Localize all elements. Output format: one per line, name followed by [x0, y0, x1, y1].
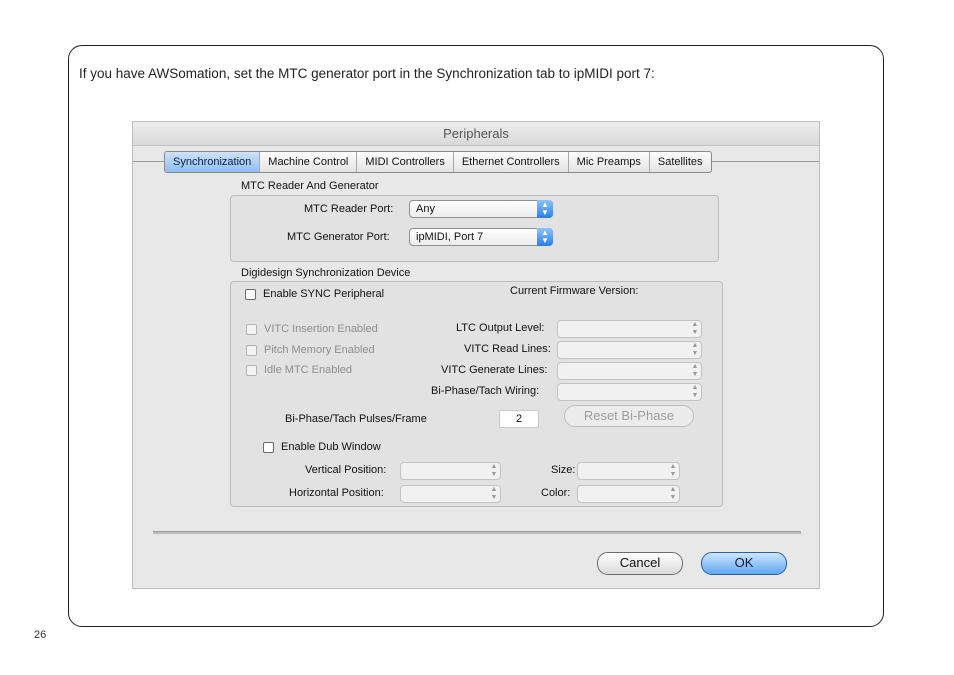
size-popup[interactable]: ▲ ▼: [577, 462, 680, 480]
biphase-wiring-popup[interactable]: ▲ ▼: [557, 383, 702, 401]
vitc-insertion-checkbox[interactable]: [246, 324, 257, 335]
popup-arrows-icon: ▲ ▼: [537, 228, 553, 246]
reset-biphase-button[interactable]: Reset Bi-Phase: [564, 405, 694, 427]
pulses-field[interactable]: 2: [499, 410, 539, 428]
bottom-separator: [153, 531, 801, 534]
ltc-output-popup[interactable]: ▲ ▼: [557, 320, 702, 338]
vitc-generate-label: VITC Generate Lines:: [441, 364, 548, 376]
pulses-label: Bi-Phase/Tach Pulses/Frame: [285, 413, 427, 425]
popup-arrows-icon: ▲ ▼: [691, 384, 699, 399]
page-number: 26: [34, 629, 47, 641]
color-popup[interactable]: ▲ ▼: [577, 485, 680, 503]
biphase-wiring-label: Bi-Phase/Tach Wiring:: [431, 385, 540, 397]
enable-sync-label: Enable SYNC Peripheral: [263, 288, 385, 300]
popup-arrows-icon: ▲ ▼: [537, 200, 553, 218]
tab-bar: Synchronization Machine Control MIDI Con…: [164, 151, 712, 173]
tab-machine-control[interactable]: Machine Control: [260, 152, 358, 172]
enable-dub-window-checkbox[interactable]: [263, 442, 274, 453]
mtc-group-label: MTC Reader And Generator: [241, 180, 379, 192]
pitch-memory-checkbox[interactable]: [246, 345, 257, 356]
enable-dub-window-label: Enable Dub Window: [281, 441, 381, 453]
popup-arrows-icon: ▲ ▼: [691, 321, 699, 336]
enable-sync-checkbox[interactable]: [245, 289, 256, 300]
pitch-memory-label: Pitch Memory Enabled: [264, 344, 375, 356]
color-label: Color:: [541, 487, 571, 499]
intro-text: If you have AWSomation, set the MTC gene…: [79, 66, 655, 81]
vitc-generate-popup[interactable]: ▲ ▼: [557, 362, 702, 380]
popup-arrows-icon: ▲ ▼: [490, 463, 498, 478]
vertical-position-popup[interactable]: ▲ ▼: [400, 462, 501, 480]
vitc-insertion-label: VITC Insertion Enabled: [264, 323, 378, 335]
tab-mic-preamps[interactable]: Mic Preamps: [569, 152, 650, 172]
mtc-generator-value: ipMIDI, Port 7: [416, 231, 484, 243]
window-title: Peripherals: [133, 122, 819, 146]
ltc-output-label: LTC Output Level:: [456, 322, 545, 334]
vitc-read-popup[interactable]: ▲ ▼: [557, 341, 702, 359]
idle-mtc-checkbox[interactable]: [246, 365, 257, 376]
mtc-reader-label: MTC Reader Port:: [304, 203, 394, 215]
peripherals-window: Peripherals Synchronization Machine Cont…: [132, 121, 820, 589]
popup-arrows-icon: ▲ ▼: [490, 486, 498, 501]
idle-mtc-label: Idle MTC Enabled: [264, 364, 353, 376]
vitc-read-label: VITC Read Lines:: [464, 343, 551, 355]
popup-arrows-icon: ▲ ▼: [669, 486, 677, 501]
size-label: Size:: [551, 464, 576, 476]
vertical-position-label: Vertical Position:: [305, 464, 387, 476]
sync-group-label: Digidesign Synchronization Device: [241, 267, 411, 279]
mtc-generator-label: MTC Generator Port:: [287, 231, 390, 243]
horizontal-position-popup[interactable]: ▲ ▼: [400, 485, 501, 503]
tab-satellites[interactable]: Satellites: [650, 152, 711, 172]
mtc-reader-popup[interactable]: Any ▲ ▼: [409, 200, 553, 218]
tab-synchronization[interactable]: Synchronization: [165, 152, 261, 172]
tab-ethernet-controllers[interactable]: Ethernet Controllers: [454, 152, 569, 172]
cancel-button[interactable]: Cancel: [597, 552, 683, 575]
horizontal-position-label: Horizontal Position:: [289, 487, 384, 499]
tab-midi-controllers[interactable]: MIDI Controllers: [357, 152, 454, 172]
firmware-label: Current Firmware Version:: [510, 285, 639, 297]
popup-arrows-icon: ▲ ▼: [691, 342, 699, 357]
popup-arrows-icon: ▲ ▼: [691, 363, 699, 378]
mtc-reader-value: Any: [416, 203, 435, 215]
popup-arrows-icon: ▲ ▼: [669, 463, 677, 478]
ok-button[interactable]: OK: [701, 552, 787, 575]
mtc-generator-popup[interactable]: ipMIDI, Port 7 ▲ ▼: [409, 228, 553, 246]
